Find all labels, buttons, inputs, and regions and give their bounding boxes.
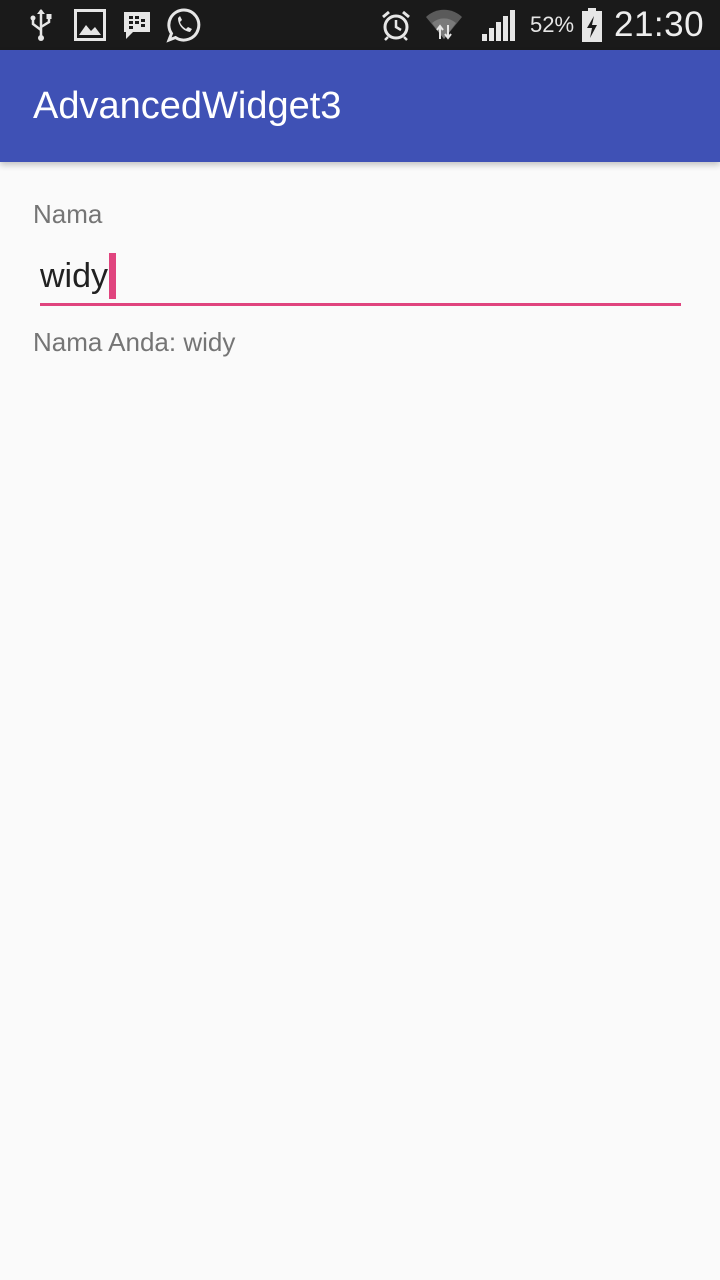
whatsapp-icon bbox=[166, 8, 202, 43]
usb-icon bbox=[28, 8, 54, 42]
name-label: Nama bbox=[33, 199, 103, 229]
text-cursor bbox=[109, 253, 117, 299]
battery-percent: 52% bbox=[530, 12, 575, 37]
bbm-icon bbox=[121, 8, 153, 42]
wifi-icon bbox=[424, 8, 464, 42]
signal-icon bbox=[480, 8, 516, 42]
input-underline bbox=[40, 303, 681, 306]
name-input-value: widy bbox=[40, 257, 109, 295]
app-bar: AdvancedWidget3 bbox=[0, 50, 720, 162]
status-bar: 52% 21:30 bbox=[0, 0, 720, 50]
status-clock: 21:30 bbox=[614, 5, 705, 44]
app-title: AdvancedWidget3 bbox=[33, 85, 342, 127]
gallery-icon bbox=[74, 8, 106, 42]
screen: 52% 21:30 AdvancedWidget3 Nama widy Nama… bbox=[0, 0, 720, 1280]
alarm-icon bbox=[380, 8, 412, 42]
battery-icon bbox=[580, 8, 604, 42]
result-text: Nama Anda: widy bbox=[33, 327, 236, 357]
name-input-text[interactable]: widy bbox=[40, 253, 117, 299]
name-input[interactable]: widy bbox=[40, 248, 681, 308]
